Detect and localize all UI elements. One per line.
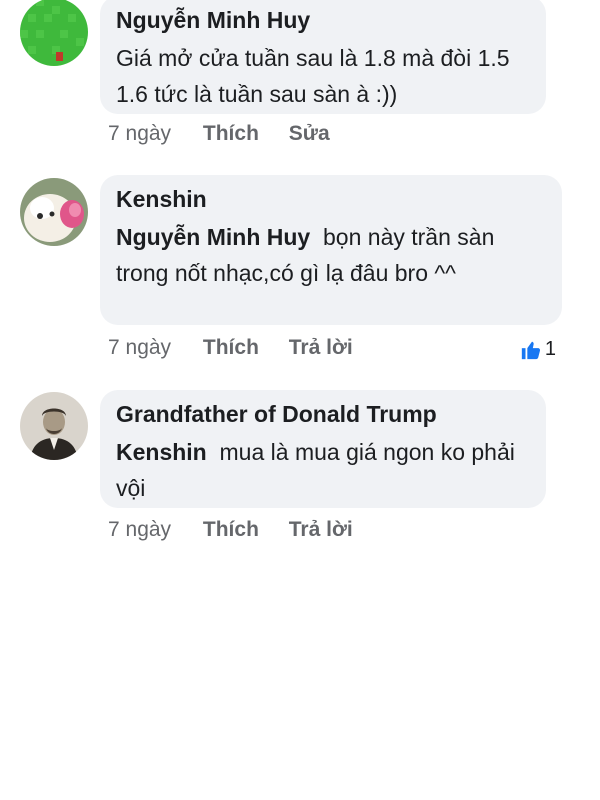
mention-link[interactable]: Nguyễn Minh Huy — [116, 224, 310, 250]
comment-actions: 7 ngày Thích Sửa — [108, 122, 354, 146]
comment-text: Nguyễn Minh Huy bọn này trần sàn trong n… — [116, 219, 546, 291]
comment-author[interactable]: Grandfather of Donald Trump — [116, 400, 530, 428]
avatar[interactable] — [20, 0, 88, 66]
comment-bubble: Grandfather of Donald Trump Kenshin mua … — [100, 390, 546, 508]
avatar-image — [20, 178, 88, 246]
comment-timestamp[interactable]: 7 ngày — [108, 336, 171, 359]
avatar-image — [20, 0, 88, 66]
reaction-summary[interactable]: 1 — [520, 338, 556, 361]
avatar-image — [20, 392, 88, 460]
comment-timestamp[interactable]: 7 ngày — [108, 518, 171, 541]
comment-bubble: Nguyễn Minh Huy Giá mở cửa tuần sau là 1… — [100, 0, 546, 114]
comment-actions: 7 ngày Thích Trả lời — [108, 518, 377, 542]
comment-author[interactable]: Nguyễn Minh Huy — [116, 6, 530, 34]
comment-text: Kenshin mua là mua giá ngon ko phải vội — [116, 434, 530, 506]
comment-bubble: Kenshin Nguyễn Minh Huy bọn này trần sàn… — [100, 175, 562, 325]
comment-author[interactable]: Kenshin — [116, 185, 546, 213]
avatar[interactable] — [20, 178, 88, 246]
like-button[interactable]: Thích — [203, 122, 259, 145]
like-button[interactable]: Thích — [203, 336, 259, 359]
reply-button[interactable]: Trả lời — [289, 336, 353, 359]
comment-text: Giá mở cửa tuần sau là 1.8 mà đòi 1.5 1.… — [116, 40, 530, 112]
comment-actions: 7 ngày Thích Trả lời — [108, 336, 377, 360]
mention-link[interactable]: Kenshin — [116, 439, 207, 465]
edit-button[interactable]: Sửa — [289, 122, 330, 145]
avatar[interactable] — [20, 392, 88, 460]
like-icon — [521, 341, 540, 359]
reaction-count: 1 — [544, 338, 556, 360]
comment-body: Giá mở cửa tuần sau là 1.8 mà đòi 1.5 1.… — [116, 45, 510, 107]
like-button[interactable]: Thích — [203, 518, 259, 541]
comment-timestamp[interactable]: 7 ngày — [108, 122, 171, 145]
reply-button[interactable]: Trả lời — [289, 518, 353, 541]
